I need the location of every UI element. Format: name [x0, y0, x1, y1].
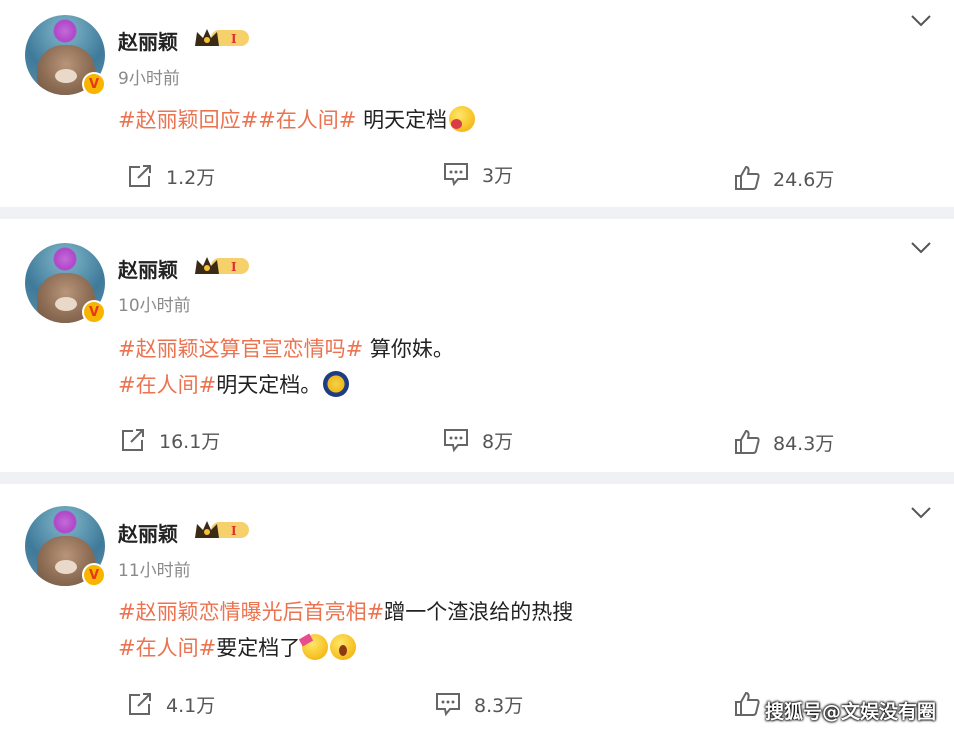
post-text-line: #赵丽颖回应##在人间# 明天定档 [118, 104, 476, 134]
like-count: 24.6万 [773, 168, 835, 191]
share-icon [122, 429, 144, 451]
hashtag-link[interactable]: #在人间# [118, 373, 216, 397]
svg-text:I: I [231, 260, 237, 274]
vip-crown-icon: I [195, 257, 249, 274]
repost-count: 1.2万 [166, 166, 216, 189]
like-button[interactable]: 24.6万 [733, 164, 834, 192]
weibo-post: V 赵丽颖 I 10小时前 #赵丽颖这算官宣恋情吗# 算你妹。 #在人间#明天定… [0, 219, 954, 472]
user-name[interactable]: 赵丽颖 [118, 254, 178, 283]
verified-badge-icon: V [82, 72, 106, 96]
svg-text:I: I [231, 524, 237, 538]
post-text: 蹭一个渣浪给的热搜 [384, 600, 574, 624]
hashtag-link[interactable]: #赵丽颖这算官宣恋情吗# [118, 337, 363, 361]
post-time: 10小时前 [118, 296, 191, 316]
comment-button[interactable]: 8万 [442, 426, 513, 454]
post-time: 9小时前 [118, 69, 180, 89]
thumbs-up-icon [735, 691, 760, 716]
chevron-down-icon[interactable] [910, 14, 932, 28]
verified-badge-icon: V [82, 563, 106, 587]
hashtag-link[interactable]: #在人间# [118, 636, 216, 660]
shock-face-emoji-icon [330, 634, 357, 660]
comment-icon [444, 163, 468, 187]
vip-crown-icon: I [195, 521, 249, 538]
share-icon [129, 165, 151, 187]
comment-count: 8.3万 [474, 694, 524, 717]
like-button[interactable]: 84.3万 [733, 428, 834, 456]
post-text: 要定档了 [216, 636, 301, 660]
post-text: 明天定档 [356, 108, 448, 132]
repost-button[interactable]: 16.1万 [119, 426, 220, 454]
chevron-down-icon[interactable] [910, 241, 932, 255]
like-count: 84.3万 [773, 432, 835, 455]
weibo-post: V 赵丽颖 I 11小时前 #赵丽颖恋情曝光后首亮相#蹭一个渣浪给的热搜 #在人… [0, 484, 954, 732]
post-text: 算你妹。 [363, 337, 454, 361]
comment-count: 3万 [482, 164, 514, 187]
thumbs-up-icon [735, 165, 760, 190]
post-separator [0, 472, 954, 484]
comment-button[interactable]: 8.3万 [434, 690, 523, 718]
watermark: 搜狐号@文娱没有圈 [764, 701, 936, 723]
post-time: 11小时前 [118, 561, 191, 581]
share-icon [129, 693, 151, 715]
verified-badge-icon: V [82, 300, 106, 324]
comment-icon [444, 429, 468, 453]
post-text-line: #在人间#要定档了 [118, 632, 357, 662]
weibo-post: V 赵丽颖 I 9小时前 #赵丽颖回应##在人间# 明天定档 1.2万 3万 2… [0, 0, 954, 207]
party-face-emoji-icon [302, 634, 329, 660]
comment-icon [436, 693, 460, 717]
user-name[interactable]: 赵丽颖 [118, 518, 178, 547]
post-separator [0, 207, 954, 219]
post-text-line: #赵丽颖恋情曝光后首亮相#蹭一个渣浪给的热搜 [118, 596, 573, 626]
hashtag-link[interactable]: #赵丽颖回应##在人间# [118, 108, 356, 132]
repost-button[interactable]: 1.2万 [126, 162, 215, 190]
hashtag-link[interactable]: #赵丽颖恋情曝光后首亮相# [118, 600, 384, 624]
thumbs-up-icon [735, 429, 760, 454]
tongue-face-emoji-icon [449, 106, 476, 132]
vip-crown-icon: I [195, 29, 249, 46]
comment-button[interactable]: 3万 [442, 160, 513, 188]
post-text-line: #在人间#明天定档。 [118, 369, 350, 399]
chevron-down-icon[interactable] [910, 506, 932, 520]
svg-text:I: I [231, 32, 237, 46]
comment-count: 8万 [482, 430, 514, 453]
repost-button[interactable]: 4.1万 [126, 690, 215, 718]
post-text-line: #赵丽颖这算官宣恋情吗# 算你妹。 [118, 333, 454, 363]
repost-count: 16.1万 [159, 430, 221, 453]
repost-count: 4.1万 [166, 694, 216, 717]
post-text: 明天定档。 [216, 373, 322, 397]
user-name[interactable]: 赵丽颖 [118, 26, 178, 55]
moon-emoji-icon [323, 371, 350, 397]
